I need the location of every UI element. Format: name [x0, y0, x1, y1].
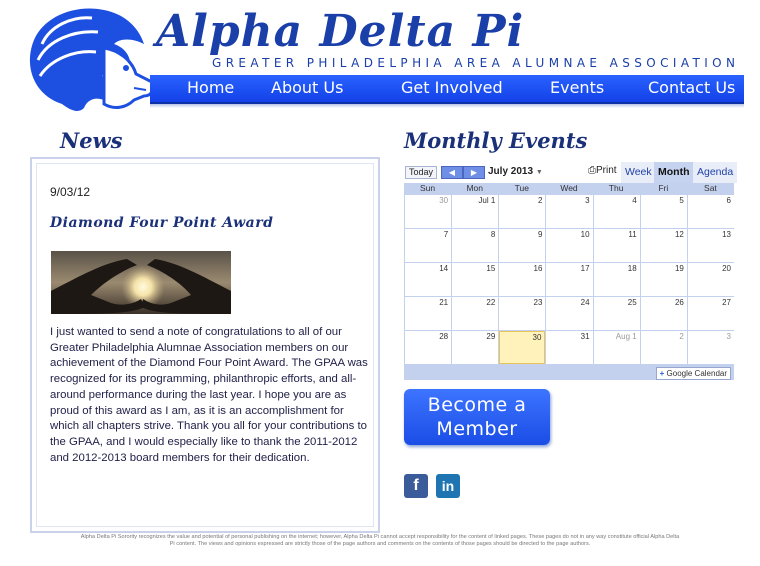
calendar-day-cell[interactable]: 3 [687, 331, 734, 364]
tab-agenda[interactable]: Agenda [693, 162, 738, 183]
calendar-day-cell[interactable]: 3 [546, 195, 593, 228]
calendar-day-cell[interactable]: 22 [452, 297, 499, 330]
become-member-button[interactable]: Become a Member [404, 389, 550, 445]
weekday-header: Tue [514, 183, 530, 193]
news-date: 9/03/12 [50, 185, 91, 199]
month-dropdown[interactable]: July 2013 ▼ [488, 166, 543, 177]
calendar-day-cell[interactable]: 4 [593, 195, 640, 228]
calendar-day-cell[interactable]: Aug 1 [593, 331, 640, 364]
news-photo [51, 251, 231, 314]
weekday-header: Wed [560, 183, 578, 193]
calendar-footer: + Google Calendar [404, 365, 734, 380]
today-button[interactable]: Today [405, 166, 438, 179]
events-calendar: Today ◀ ▶ July 2013 ▼ ⎙Print Week Month … [404, 162, 738, 380]
calendar-day-cell[interactable]: 12 [640, 229, 687, 262]
calendar-day-cell[interactable]: 16 [499, 263, 546, 296]
main-nav: Home About Us Get Involved Events Contac… [150, 75, 744, 104]
become-member-line1: Become a [427, 394, 527, 416]
calendar-day-cell[interactable]: 21 [405, 297, 452, 330]
weekday-header: Fri [658, 183, 669, 193]
month-label: July 2013 [488, 166, 534, 177]
printer-icon: ⎙ [588, 165, 596, 176]
calendar-day-cell[interactable]: 30 [405, 195, 452, 228]
footer-disclaimer: Alpha Delta Pi Sorority recognizes the v… [80, 534, 680, 547]
calendar-day-cell[interactable]: 25 [593, 297, 640, 330]
news-article-body: I just wanted to send a note of congratu… [50, 326, 368, 464]
weekday-header: Sat [704, 183, 717, 193]
lion-logo [29, 8, 156, 111]
prev-month-button[interactable]: ◀ [441, 166, 463, 179]
calendar-day-cell[interactable]: 15 [452, 263, 499, 296]
weekday-header: Thu [608, 183, 624, 193]
calendar-grid: Sun Mon Tue Wed Thu Fri Sat 30 Jul 1 2 3 4 5 6 7 8 9 10 11… [404, 183, 734, 365]
nav-home[interactable]: Home [187, 78, 234, 97]
print-button[interactable]: ⎙Print [588, 165, 617, 176]
calendar-day-cell[interactable]: 26 [640, 297, 687, 330]
calendar-day-cell[interactable]: 2 [640, 331, 687, 364]
calendar-day-cell[interactable]: 7 [405, 229, 452, 262]
calendar-day-cell[interactable]: 19 [640, 263, 687, 296]
nav-events[interactable]: Events [550, 78, 604, 97]
facebook-icon[interactable]: f [404, 474, 428, 498]
site-subtitle: GREATER PHILADELPHIA AREA ALUMNAE ASSOCI… [212, 56, 740, 70]
calendar-day-cell[interactable]: 9 [499, 229, 546, 262]
news-heading: News [60, 128, 123, 153]
calendar-toolbar: Today ◀ ▶ July 2013 ▼ ⎙Print Week Month … [404, 162, 738, 183]
calendar-day-cell[interactable]: 20 [687, 263, 734, 296]
calendar-day-cell[interactable]: 8 [452, 229, 499, 262]
news-article-title[interactable]: Diamond Four Point Award [50, 215, 273, 231]
arrow-right-icon: ▶ [470, 168, 478, 177]
become-member-line2: Member [436, 418, 518, 440]
google-calendar-button[interactable]: + Google Calendar [655, 367, 731, 380]
print-label: Print [596, 165, 617, 176]
calendar-day-cell[interactable]: 18 [593, 263, 640, 296]
weekday-header: Sun [420, 183, 436, 193]
calendar-day-cell[interactable]: 10 [546, 229, 593, 262]
calendar-day-cell[interactable]: 24 [546, 297, 593, 330]
nav-about-us[interactable]: About Us [271, 78, 343, 97]
arrow-left-icon: ◀ [448, 168, 456, 177]
calendar-day-cell[interactable]: 31 [546, 331, 593, 364]
calendar-day-cell[interactable]: 29 [452, 331, 499, 364]
google-calendar-label: Google Calendar [666, 369, 727, 378]
calendar-day-cell[interactable]: 14 [405, 263, 452, 296]
nav-shadow [150, 104, 744, 108]
calendar-day-cell[interactable]: 13 [687, 229, 734, 262]
tab-week[interactable]: Week [621, 162, 656, 183]
nav-contact-us[interactable]: Contact Us [648, 78, 735, 97]
linkedin-icon[interactable]: in [436, 474, 460, 498]
next-month-button[interactable]: ▶ [463, 166, 485, 179]
calendar-day-cell[interactable]: 2 [499, 195, 546, 228]
calendar-day-cell[interactable]: 23 [499, 297, 546, 330]
events-heading: Monthly Events [404, 128, 588, 153]
plus-icon: + [659, 369, 665, 378]
calendar-day-cell[interactable]: 5 [640, 195, 687, 228]
calendar-day-cell[interactable]: 17 [546, 263, 593, 296]
site-title: Alpha Delta Pi [156, 6, 525, 57]
weekday-header: Mon [466, 183, 483, 193]
calendar-day-cell[interactable]: 6 [687, 195, 734, 228]
calendar-day-cell[interactable]: Jul 1 [452, 195, 499, 228]
calendar-day-cell[interactable]: 28 [405, 331, 452, 364]
calendar-day-cell[interactable]: 27 [687, 297, 734, 330]
nav-get-involved[interactable]: Get Involved [401, 78, 503, 97]
tab-month[interactable]: Month [654, 162, 694, 183]
chevron-down-icon: ▼ [535, 169, 543, 176]
calendar-day-cell[interactable]: 11 [593, 229, 640, 262]
calendar-day-cell[interactable]: 30 [499, 331, 546, 364]
